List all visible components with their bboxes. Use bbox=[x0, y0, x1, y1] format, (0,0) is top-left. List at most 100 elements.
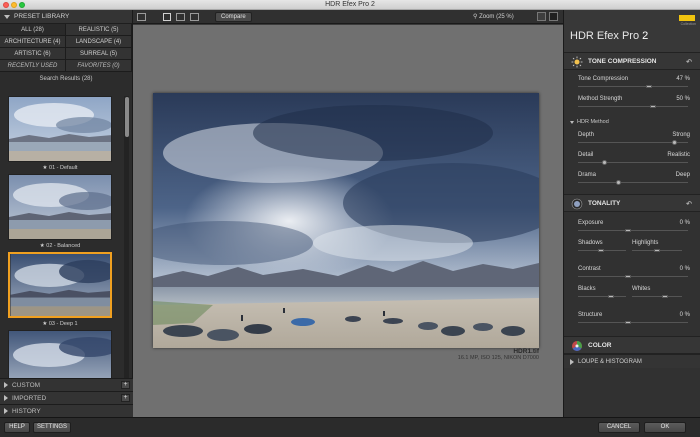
reset-icon[interactable]: ↶ bbox=[686, 200, 692, 208]
window-title: HDR Efex Pro 2 bbox=[325, 1, 375, 8]
loupe-histogram-header[interactable]: LOUPE & HISTOGRAM bbox=[564, 354, 700, 368]
slider-handle[interactable] bbox=[662, 295, 668, 298]
slider-handle[interactable] bbox=[625, 321, 631, 324]
preset-item[interactable]: ★ 03 - Deep 1 bbox=[8, 252, 112, 330]
ok-button[interactable]: OK bbox=[644, 422, 686, 433]
cancel-button[interactable]: CANCEL bbox=[598, 422, 640, 433]
expand-triangle-icon bbox=[4, 395, 8, 401]
collapse-triangle-icon bbox=[4, 14, 10, 19]
preset-list-scrollbar[interactable] bbox=[124, 96, 129, 386]
color-wheel-icon bbox=[572, 341, 582, 351]
slider-handle[interactable] bbox=[616, 180, 621, 185]
collapse-triangle-icon bbox=[570, 120, 574, 124]
add-imported-button[interactable]: + bbox=[121, 394, 130, 402]
slider-track[interactable] bbox=[578, 275, 688, 278]
slider-track[interactable] bbox=[578, 180, 688, 185]
zoom-control[interactable]: ⚲ Zoom (25 %) bbox=[473, 12, 525, 22]
custom-section-label: CUSTOM bbox=[12, 381, 41, 389]
background-light-icon[interactable] bbox=[537, 12, 546, 21]
brand-subtitle: Collection bbox=[680, 22, 696, 26]
preset-thumbnail-list: ★ 01 - Default ★ 02 - Balanced ★ 03 - De… bbox=[0, 96, 124, 386]
hdr-method-header[interactable]: HDR Method bbox=[564, 116, 700, 128]
imported-section-label: IMPORTED bbox=[12, 394, 47, 402]
slider-value: 0 % bbox=[679, 220, 690, 226]
category-recently-used[interactable]: RECENTLY USED bbox=[0, 60, 66, 72]
preset-item[interactable]: ★ 02 - Balanced bbox=[8, 174, 112, 252]
depth-slider[interactable]: Depth Strong bbox=[564, 130, 700, 150]
preview-toolbar: Compare ⚲ Zoom (25 %) bbox=[133, 10, 563, 24]
add-custom-button[interactable]: + bbox=[121, 381, 130, 389]
reset-icon[interactable]: ↶ bbox=[686, 58, 692, 66]
category-landscape[interactable]: LANDSCAPE (4) bbox=[66, 36, 132, 48]
slider-right-label: Deep bbox=[675, 172, 690, 178]
highlights-label: Highlights bbox=[632, 240, 659, 246]
history-section[interactable]: HISTORY bbox=[0, 404, 133, 417]
slider-track[interactable] bbox=[578, 105, 688, 108]
preset-thumbnail bbox=[8, 252, 112, 318]
slider-handle[interactable] bbox=[598, 249, 604, 252]
slider-track[interactable] bbox=[578, 229, 688, 232]
structure-slider[interactable]: Structure 0 % bbox=[564, 310, 700, 330]
slider-right-label: Strong bbox=[672, 132, 690, 138]
highlights-slider-track[interactable] bbox=[632, 249, 682, 252]
tonality-header[interactable]: TONALITY ↶ bbox=[564, 194, 700, 212]
tone-compression-slider[interactable]: Tone Compression 47 % bbox=[564, 74, 700, 94]
exposure-slider[interactable]: Exposure 0 % bbox=[564, 218, 700, 238]
category-architecture[interactable]: ARCHITECTURE (4) bbox=[0, 36, 66, 48]
color-header[interactable]: COLOR bbox=[564, 336, 700, 354]
zoom-label: Zoom (25 %) bbox=[479, 14, 514, 20]
help-button[interactable]: HELP bbox=[4, 422, 30, 433]
whites-slider-track[interactable] bbox=[632, 295, 682, 298]
app-header: Collection HDR Efex Pro 2 bbox=[564, 10, 700, 52]
single-view-icon[interactable] bbox=[163, 13, 171, 21]
slider-handle[interactable] bbox=[608, 295, 614, 298]
slider-handle[interactable] bbox=[602, 160, 607, 165]
compare-button[interactable]: Compare bbox=[215, 12, 252, 22]
preset-item[interactable]: ★ 01 - Default bbox=[8, 96, 112, 174]
app-name-text: HDR Efex Pro bbox=[570, 30, 640, 42]
tone-compression-title: TONE COMPRESSION bbox=[588, 57, 657, 65]
custom-section[interactable]: CUSTOM + bbox=[0, 378, 133, 391]
tone-compression-header[interactable]: TONE COMPRESSION ↶ bbox=[564, 52, 700, 70]
preset-library-title: PRESET LIBRARY bbox=[14, 13, 70, 20]
category-all[interactable]: ALL (28) bbox=[0, 24, 66, 36]
preset-caption: ★ 01 - Default bbox=[42, 165, 78, 171]
detail-slider[interactable]: Detail Realistic bbox=[564, 150, 700, 170]
category-favorites[interactable]: FAVORITES (0) bbox=[66, 60, 132, 72]
contrast-slider[interactable]: Contrast 0 % bbox=[564, 264, 700, 284]
preset-library-header[interactable]: PRESET LIBRARY bbox=[0, 10, 132, 24]
slider-track[interactable] bbox=[578, 321, 688, 324]
preview-image[interactable] bbox=[153, 93, 539, 348]
app-name: HDR Efex Pro 2 bbox=[570, 30, 648, 42]
blacks-slider-track[interactable] bbox=[578, 295, 626, 298]
slider-handle[interactable] bbox=[625, 229, 631, 232]
slider-left-label: Depth bbox=[578, 132, 595, 138]
slider-handle[interactable] bbox=[672, 140, 677, 145]
app-version: 2 bbox=[642, 30, 649, 42]
preset-list-scroll-thumb[interactable] bbox=[124, 97, 129, 137]
category-surreal[interactable]: SURREAL (5) bbox=[66, 48, 132, 60]
slider-track[interactable] bbox=[578, 85, 688, 88]
background-dark-icon[interactable] bbox=[549, 12, 558, 21]
drama-slider[interactable]: Drama Deep bbox=[564, 170, 700, 190]
settings-button[interactable]: SETTINGS bbox=[33, 422, 71, 433]
shadows-label: Shadows bbox=[578, 240, 603, 246]
slider-left-label: Detail bbox=[578, 152, 594, 158]
shadows-slider-track[interactable] bbox=[578, 249, 626, 252]
slider-handle[interactable] bbox=[625, 275, 631, 278]
category-realistic[interactable]: REALISTIC (5) bbox=[66, 24, 132, 36]
slider-track[interactable] bbox=[578, 140, 688, 145]
slider-handle[interactable] bbox=[654, 249, 660, 252]
slider-label: Structure bbox=[578, 312, 603, 318]
slider-handle[interactable] bbox=[646, 85, 652, 88]
category-artistic[interactable]: ARTISTIC (6) bbox=[0, 48, 66, 60]
split-view-icon[interactable] bbox=[176, 13, 185, 21]
image-info: HDR1.tif 16.1 MP, ISO 125, NIKON D7000 bbox=[458, 348, 539, 361]
imported-section[interactable]: IMPORTED + bbox=[0, 391, 133, 404]
toggle-panels-icon[interactable] bbox=[137, 13, 146, 21]
expand-triangle-icon bbox=[4, 382, 8, 388]
side-by-side-view-icon[interactable] bbox=[190, 13, 199, 21]
method-strength-slider[interactable]: Method Strength 50 % bbox=[564, 94, 700, 114]
slider-track[interactable] bbox=[578, 160, 688, 165]
slider-handle[interactable] bbox=[650, 105, 656, 108]
